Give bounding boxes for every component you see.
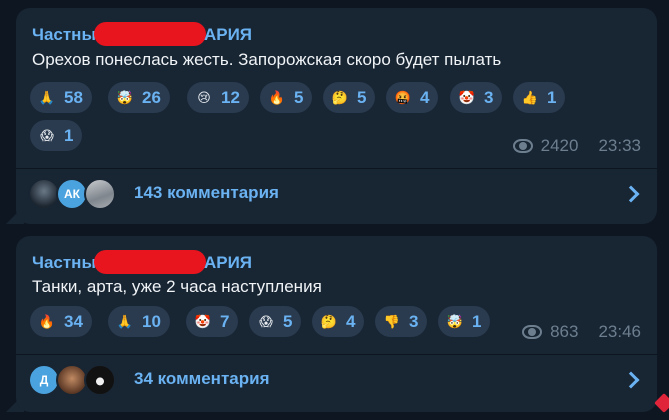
eye-icon xyxy=(520,325,544,339)
eye-icon xyxy=(511,139,535,153)
reaction-chip[interactable]: 👍 1 xyxy=(513,82,566,113)
reaction-count: 5 xyxy=(294,87,304,107)
reaction-count: 7 xyxy=(220,311,230,331)
redaction-mark xyxy=(93,22,206,46)
post-text: Танки, арта, уже 2 часа наступления xyxy=(32,277,322,296)
comments-count: 34 комментария xyxy=(134,369,270,388)
view-count: 2420 xyxy=(540,136,579,155)
post-author[interactable]: Частны АРИЯ xyxy=(32,250,252,274)
fire-icon: 🔥 xyxy=(38,314,56,329)
post-meta: 863 23:46 xyxy=(520,322,641,342)
chevron-right-icon xyxy=(622,185,640,203)
thinking-face-icon: 🤔 xyxy=(320,314,338,329)
author-name-end: АРИЯ xyxy=(203,253,253,272)
channel-post[interactable]: Частны АРИЯ Танки, арта, уже 2 часа насту… xyxy=(16,236,657,412)
channel-post[interactable]: Частны АРИЯ Орехов понеслась жесть. Запор… xyxy=(16,8,657,224)
screaming-face-icon: 😱 xyxy=(40,128,54,143)
reaction-count: 4 xyxy=(420,87,430,107)
clown-face-icon: 🤡 xyxy=(194,314,212,329)
reaction-chip[interactable]: 🙏 58 xyxy=(30,82,92,113)
chevron-right-icon xyxy=(622,371,640,389)
author-name-start: Частны xyxy=(32,25,96,44)
reaction-chip[interactable]: 🤬 4 xyxy=(386,82,439,113)
avatar xyxy=(84,178,116,210)
reaction-count: 1 xyxy=(64,125,74,145)
thumbs-up-icon: 👍 xyxy=(521,90,539,105)
reaction-count: 34 xyxy=(64,311,83,331)
fire-icon: 🔥 xyxy=(268,90,286,105)
reaction-chip[interactable]: 😱 1 xyxy=(30,120,83,151)
post-author[interactable]: Частны АРИЯ xyxy=(32,22,252,46)
reaction-count: 1 xyxy=(472,311,482,331)
reaction-count: 1 xyxy=(547,87,557,107)
reaction-count: 10 xyxy=(142,311,161,331)
reaction-count: 58 xyxy=(64,87,83,107)
crying-face-icon: 😢 xyxy=(197,90,211,105)
cursing-face-icon: 🤬 xyxy=(394,90,412,105)
reaction-chip[interactable]: 😱 5 xyxy=(249,306,302,337)
reaction-chip[interactable]: 👎 3 xyxy=(375,306,428,337)
screaming-face-icon: 😱 xyxy=(259,314,273,329)
reaction-chip[interactable]: 😢 12 xyxy=(187,82,249,113)
reaction-chip[interactable]: 🤯 26 xyxy=(108,82,170,113)
commenter-avatars: Д xyxy=(28,364,138,398)
clown-face-icon: 🤡 xyxy=(458,90,476,105)
author-name-start: Частны xyxy=(32,253,96,272)
reaction-chip[interactable]: 🔥 34 xyxy=(30,306,92,337)
commenter-avatars: АК xyxy=(28,178,138,212)
post-time: 23:46 xyxy=(598,322,641,341)
redaction-mark xyxy=(93,250,206,274)
reaction-count: 26 xyxy=(142,87,161,107)
author-name-end: АРИЯ xyxy=(203,25,253,44)
post-text: Орехов понеслась жесть. Запорожская скор… xyxy=(32,50,502,69)
comments-count: 143 комментария xyxy=(134,183,279,202)
reaction-chip[interactable]: 🙏 10 xyxy=(108,306,170,337)
post-meta: 2420 23:33 xyxy=(511,136,641,156)
reaction-count: 3 xyxy=(409,311,419,331)
reaction-count: 5 xyxy=(283,311,293,331)
reaction-count: 4 xyxy=(346,311,356,331)
comments-button[interactable]: Д 34 комментария xyxy=(16,355,657,405)
reaction-count: 5 xyxy=(357,87,367,107)
thinking-face-icon: 🤔 xyxy=(331,90,349,105)
reaction-chip[interactable]: 🤡 7 xyxy=(186,306,239,337)
reaction-chip[interactable]: 🔥 5 xyxy=(260,82,313,113)
comments-button[interactable]: АК 143 комментария xyxy=(16,169,657,219)
folded-hands-icon: 🙏 xyxy=(116,314,134,329)
reaction-chip[interactable]: 🤯 1 xyxy=(438,306,491,337)
reaction-chip[interactable]: 🤡 3 xyxy=(450,82,503,113)
post-time: 23:33 xyxy=(598,136,641,155)
reaction-chip[interactable]: 🤔 5 xyxy=(323,82,376,113)
avatar xyxy=(84,364,116,396)
exploding-head-icon: 🤯 xyxy=(446,314,464,329)
view-count: 863 xyxy=(550,322,579,341)
reaction-count: 3 xyxy=(484,87,494,107)
reaction-chip[interactable]: 🤔 4 xyxy=(312,306,365,337)
thumbs-down-icon: 👎 xyxy=(383,314,401,329)
exploding-head-icon: 🤯 xyxy=(116,90,134,105)
reaction-count: 12 xyxy=(221,87,240,107)
folded-hands-icon: 🙏 xyxy=(38,90,56,105)
